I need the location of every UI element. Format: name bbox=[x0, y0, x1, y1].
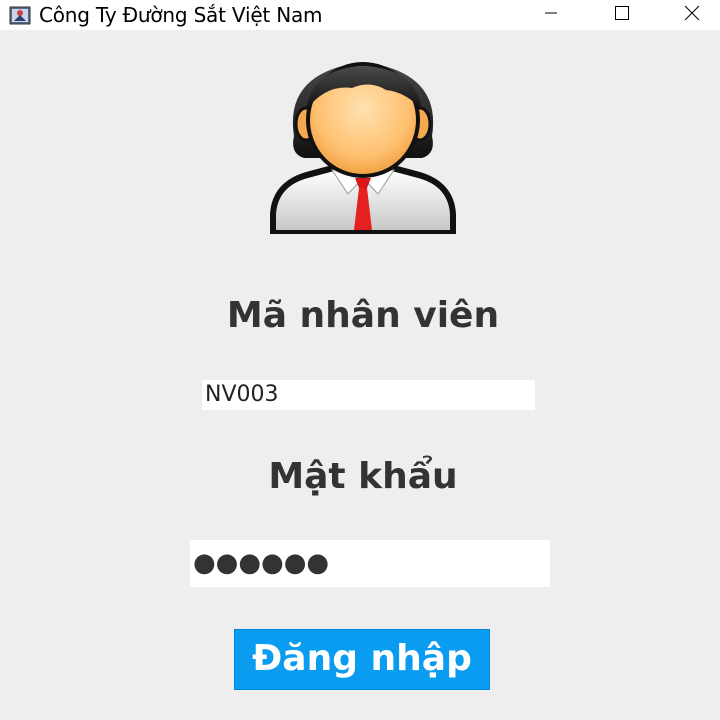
close-button[interactable] bbox=[669, 0, 715, 30]
minimize-button[interactable] bbox=[528, 0, 574, 30]
login-button[interactable]: Đăng nhập bbox=[234, 629, 490, 690]
login-window: Công Ty Đường Sắt Việt Nam Mã nhân viên … bbox=[0, 0, 720, 720]
title-bar[interactable]: Công Ty Đường Sắt Việt Nam bbox=[0, 0, 720, 30]
window-title: Công Ty Đường Sắt Việt Nam bbox=[39, 3, 323, 27]
employee-id-label: Mã nhân viên bbox=[226, 295, 500, 336]
maximize-icon bbox=[615, 6, 629, 20]
java-app-icon[interactable] bbox=[9, 4, 33, 26]
employee-id-input[interactable]: NV003 bbox=[202, 380, 535, 410]
maximize-button[interactable] bbox=[598, 0, 644, 30]
password-input[interactable]: ●●●●●● bbox=[190, 540, 550, 587]
password-mask: ●●●●●● bbox=[193, 548, 330, 578]
password-label: Mật khẩu bbox=[268, 456, 458, 497]
close-icon bbox=[684, 5, 700, 21]
minimize-icon bbox=[545, 12, 557, 14]
employee-avatar-icon bbox=[266, 54, 460, 234]
